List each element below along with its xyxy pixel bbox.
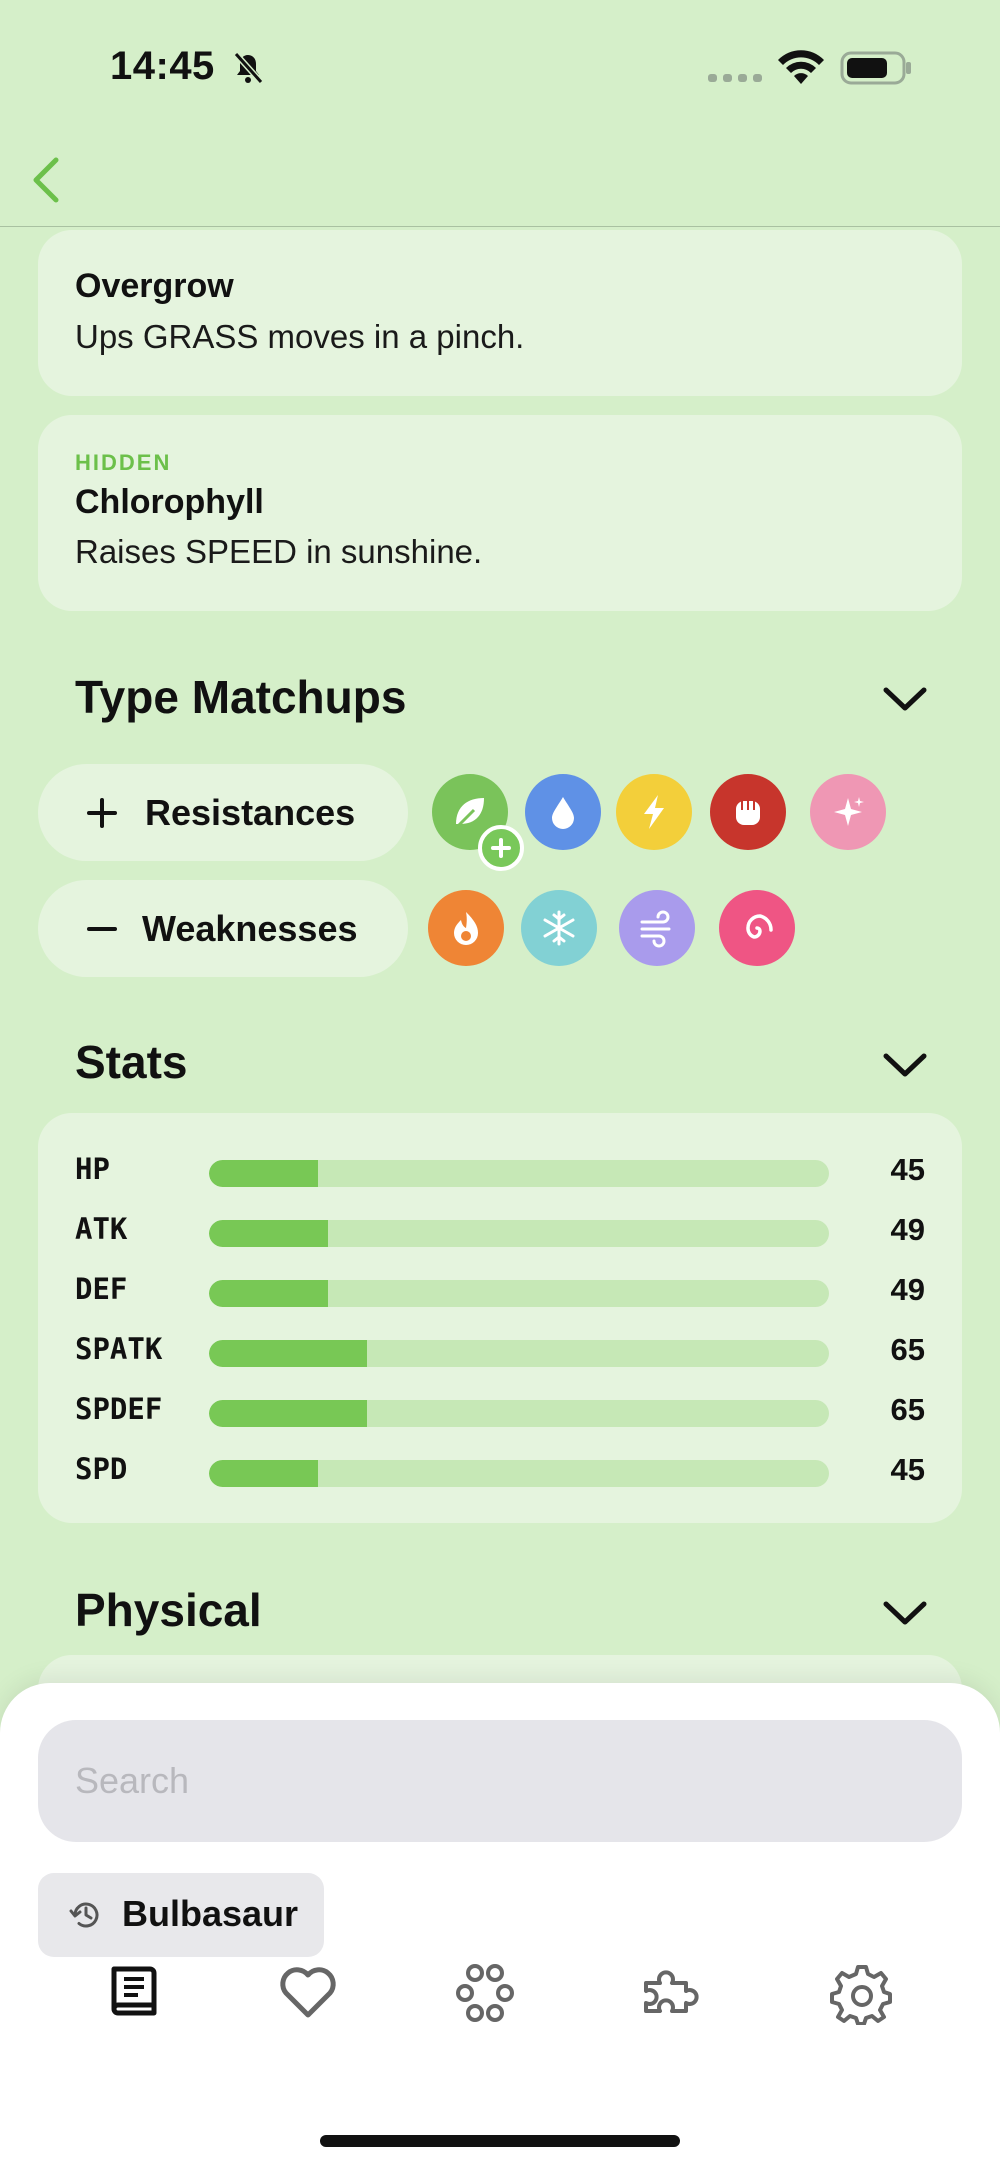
type-water-drop-icon bbox=[525, 774, 601, 850]
recent-search-label: Bulbasaur bbox=[122, 1893, 299, 1934]
stat-label: SPATK bbox=[75, 1332, 163, 1366]
stat-bar-fill bbox=[209, 1160, 319, 1187]
home-indicator bbox=[320, 2135, 680, 2147]
cellular-signal-icon bbox=[708, 74, 762, 82]
wifi-icon bbox=[778, 50, 824, 84]
resistances-label: Resistances bbox=[145, 792, 356, 833]
recent-search-chip[interactable]: Bulbasaur bbox=[38, 1873, 324, 1957]
type-fire-flame-icon bbox=[428, 890, 504, 966]
heart-icon[interactable] bbox=[276, 1961, 340, 2025]
book-icon[interactable] bbox=[102, 1961, 166, 2025]
ability-card: Overgrow Ups GRASS moves in a pinch. bbox=[38, 230, 962, 396]
chevron-down-icon[interactable] bbox=[880, 1048, 930, 1082]
ability-name: Chlorophyll bbox=[75, 483, 264, 521]
stat-value: 65 bbox=[890, 1392, 925, 1427]
stat-label: HP bbox=[75, 1152, 110, 1186]
plus-icon bbox=[87, 798, 117, 828]
settings-gear-icon[interactable] bbox=[830, 1961, 894, 2025]
stat-bar-fill bbox=[209, 1340, 368, 1367]
stats-title: Stats bbox=[75, 1036, 188, 1088]
search-input[interactable] bbox=[38, 1720, 962, 1842]
status-time: 14:45 bbox=[110, 44, 215, 88]
stat-bar-track bbox=[209, 1160, 829, 1187]
stat-label: SPDEF bbox=[75, 1392, 163, 1426]
stat-bar-track bbox=[209, 1220, 829, 1247]
stat-value: 49 bbox=[890, 1272, 925, 1307]
physical-title: Physical bbox=[75, 1584, 262, 1636]
type-electric-lightning-icon bbox=[616, 774, 692, 850]
type-flying-wind-icon bbox=[619, 890, 695, 966]
bottom-sheet: Bulbasaur bbox=[0, 1683, 1000, 2167]
chevron-down-icon[interactable] bbox=[880, 1596, 930, 1630]
ability-description: Raises SPEED in sunshine. bbox=[75, 533, 483, 570]
stat-row: HP 45 bbox=[75, 1148, 925, 1188]
stat-bar-fill bbox=[209, 1220, 329, 1247]
stat-row: DEF 49 bbox=[75, 1268, 925, 1308]
back-chevron-icon[interactable] bbox=[26, 152, 66, 208]
stat-value: 45 bbox=[890, 1152, 925, 1187]
stat-row: SPD 45 bbox=[75, 1448, 925, 1488]
status-bar: 14:45 bbox=[0, 0, 1000, 130]
stat-bar-track bbox=[209, 1280, 829, 1307]
double-resistance-plus-icon bbox=[478, 825, 524, 871]
resistances-pill[interactable]: Resistances bbox=[38, 764, 408, 861]
type-matchups-title: Type Matchups bbox=[75, 671, 407, 723]
stat-row: SPATK 65 bbox=[75, 1328, 925, 1368]
stat-label: ATK bbox=[75, 1212, 128, 1246]
chevron-down-icon[interactable] bbox=[880, 682, 930, 716]
battery-icon bbox=[840, 51, 911, 85]
weaknesses-pill[interactable]: Weaknesses bbox=[38, 880, 408, 977]
puzzle-icon[interactable] bbox=[640, 1961, 712, 2025]
stat-bar-track bbox=[209, 1460, 829, 1487]
pokeballs-icon[interactable] bbox=[453, 1961, 517, 2025]
bell-muted-icon bbox=[233, 52, 264, 84]
stat-value: 49 bbox=[890, 1212, 925, 1247]
stat-bar-track bbox=[209, 1340, 829, 1367]
stat-value: 45 bbox=[890, 1452, 925, 1487]
type-fairy-sparkle-icon bbox=[810, 774, 886, 850]
stat-bar-fill bbox=[209, 1460, 319, 1487]
stat-bar-track bbox=[209, 1400, 829, 1427]
stat-value: 65 bbox=[890, 1332, 925, 1367]
weaknesses-label: Weaknesses bbox=[142, 908, 358, 949]
minus-icon bbox=[87, 927, 117, 931]
stat-row: ATK 49 bbox=[75, 1208, 925, 1248]
ability-description: Ups GRASS moves in a pinch. bbox=[75, 318, 525, 355]
stat-bar-fill bbox=[209, 1400, 368, 1427]
navigation-bar bbox=[0, 130, 1000, 227]
stat-label: DEF bbox=[75, 1272, 128, 1306]
stat-row: SPDEF 65 bbox=[75, 1388, 925, 1428]
ability-name: Overgrow bbox=[75, 267, 234, 305]
type-fighting-fist-icon bbox=[710, 774, 786, 850]
history-icon bbox=[69, 1902, 99, 1928]
stat-bar-fill bbox=[209, 1280, 329, 1307]
hidden-tag: HIDDEN bbox=[75, 450, 172, 475]
hidden-ability-card: HIDDEN Chlorophyll Raises SPEED in sunsh… bbox=[38, 415, 962, 611]
stat-label: SPD bbox=[75, 1452, 128, 1486]
type-ice-snowflake-icon bbox=[521, 890, 597, 966]
type-psychic-spiral-icon bbox=[719, 890, 795, 966]
